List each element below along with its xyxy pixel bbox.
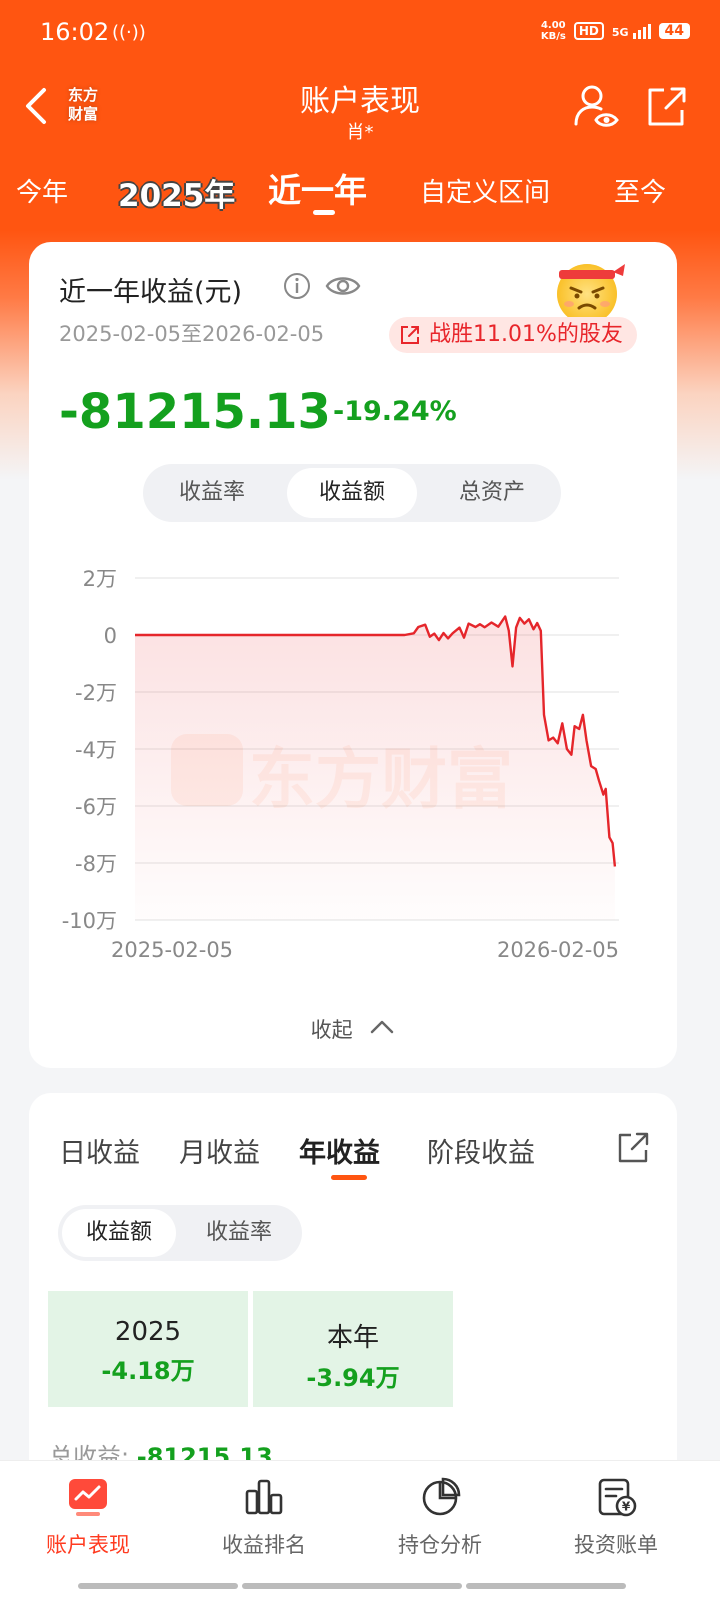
user-eye-icon bbox=[574, 85, 619, 127]
metric-profit-amount[interactable]: 收益额 bbox=[287, 468, 417, 518]
y-tick-label: 2万 bbox=[83, 567, 117, 591]
toggle-profit-amount[interactable]: 收益额 bbox=[62, 1209, 176, 1257]
collapse-label: 收起 bbox=[310, 1018, 353, 1042]
bottom-nav-profit-ranking[interactable]: 收益排名 bbox=[176, 1475, 352, 1559]
status-bar: 16:02 ((·)) 4.00 KB/s HD 5G 44 bbox=[0, 0, 720, 64]
svg-text:¥: ¥ bbox=[622, 1500, 631, 1514]
metric-segmented-control: 收益率 收益额 总资产 bbox=[143, 464, 561, 522]
total-profit-amount: -81215.13 bbox=[59, 384, 331, 440]
tab-daily-earnings[interactable]: 日收益 bbox=[59, 1131, 140, 1170]
gesture-bar bbox=[78, 1583, 238, 1589]
tab-custom-range[interactable]: 自定义区间 bbox=[420, 172, 550, 209]
y-tick-label: -6万 bbox=[75, 795, 117, 819]
tab-yearly-earnings[interactable]: 年收益 bbox=[299, 1131, 380, 1170]
tab-to-date[interactable]: 至今 bbox=[614, 172, 666, 209]
bar-chart-icon bbox=[245, 1479, 283, 1515]
bottom-nav-holdings-analysis[interactable]: 持仓分析 bbox=[352, 1475, 528, 1559]
pie-chart-icon bbox=[422, 1477, 461, 1516]
bottom-nav: 账户表现 收益排名 持仓分析 ¥ 投资账单 bbox=[0, 1460, 720, 1601]
y-tick-label: -10万 bbox=[62, 909, 117, 933]
year-value: -4.18万 bbox=[101, 1357, 195, 1385]
tab-indicator bbox=[313, 210, 335, 215]
summary-title: 近一年收益(元) bbox=[59, 277, 243, 308]
tab-period-earnings[interactable]: 阶段收益 bbox=[427, 1131, 535, 1170]
net-speed-value: 4.00 bbox=[540, 20, 566, 31]
bottom-nav-account-performance[interactable]: 账户表现 bbox=[0, 1475, 176, 1559]
share-button[interactable] bbox=[642, 82, 690, 130]
share-icon[interactable] bbox=[615, 1129, 651, 1165]
bottom-nav-investment-bill[interactable]: ¥ 投资账单 bbox=[528, 1475, 704, 1559]
tab-monthly-earnings[interactable]: 月收益 bbox=[179, 1131, 260, 1170]
tab-this-year[interactable]: 今年 bbox=[16, 172, 68, 209]
hotspot-icon: ((·)) bbox=[112, 22, 146, 43]
gesture-bar bbox=[242, 1583, 462, 1589]
metric-yield-rate[interactable]: 收益率 bbox=[147, 468, 277, 518]
user-privacy-button[interactable] bbox=[572, 82, 620, 130]
five-g-label: 5G bbox=[611, 25, 629, 39]
net-speed: 4.00 KB/s bbox=[541, 20, 566, 42]
battery-indicator: 44 bbox=[658, 23, 690, 39]
summary-card: 近一年收益(元) 2025-02-05至2026-02-05 战胜11.01%的… bbox=[29, 242, 677, 1068]
tab-last-year[interactable]: 近一年 bbox=[268, 164, 367, 212]
signal-icon: 5G bbox=[611, 23, 651, 39]
y-tick-label: -4万 bbox=[75, 738, 117, 762]
year-label: 2025 bbox=[114, 1317, 182, 1347]
period-tabs: 今年 2025年 近一年 自定义区间 至今 bbox=[0, 160, 720, 230]
bill-icon: ¥ bbox=[598, 1478, 637, 1517]
earnings-metric-toggle: 收益额 收益率 bbox=[58, 1205, 302, 1261]
profit-line-chart: 2万0-2万-4万-6万-8万-10万东方财富2025-02-052026-02… bbox=[62, 567, 619, 962]
y-tick-label: -2万 bbox=[75, 681, 117, 705]
chevron-up-icon bbox=[371, 1020, 394, 1034]
status-right: 4.00 KB/s HD 5G 44 bbox=[541, 20, 690, 42]
share-icon bbox=[648, 87, 686, 126]
earnings-card: 日收益 月收益 年收益 阶段收益 收益额 收益率 2025 -4.18万 本年 … bbox=[29, 1093, 677, 1513]
eye-icon[interactable] bbox=[325, 270, 361, 302]
bottom-nav-label: 投资账单 bbox=[574, 1533, 658, 1557]
earnings-tab-indicator bbox=[331, 1175, 367, 1180]
info-icon[interactable] bbox=[283, 272, 311, 300]
bottom-nav-label: 持仓分析 bbox=[398, 1533, 482, 1557]
date-range: 2025-02-05至2026-02-05 bbox=[59, 322, 325, 346]
total-profit-percent: -19.24% bbox=[333, 396, 457, 427]
metric-total-assets[interactable]: 总资产 bbox=[427, 468, 557, 518]
determined-emoji-icon bbox=[557, 264, 625, 324]
y-tick-label: -8万 bbox=[75, 852, 117, 876]
x-tick-label: 2025-02-05 bbox=[111, 938, 233, 962]
year-value: -3.94万 bbox=[306, 1364, 400, 1392]
hd-badge: HD bbox=[573, 22, 604, 40]
beat-peers-text: 战胜11.01%的股友 bbox=[429, 322, 623, 347]
bottom-nav-label: 账户表现 bbox=[46, 1533, 130, 1557]
year-earnings-cell[interactable]: 2025 -4.18万 bbox=[48, 1291, 248, 1407]
year-label: 本年 bbox=[326, 1323, 379, 1353]
chart-screen-icon bbox=[69, 1479, 107, 1516]
year-earnings-cell[interactable]: 本年 -3.94万 bbox=[253, 1291, 453, 1407]
share-small-icon bbox=[401, 326, 419, 344]
y-tick-label: 0 bbox=[104, 624, 117, 648]
collapse-button[interactable]: 收起 bbox=[29, 1014, 677, 1044]
net-speed-unit: KB/s bbox=[540, 31, 566, 42]
status-time: 16:02 bbox=[40, 18, 110, 46]
x-tick-label: 2026-02-05 bbox=[497, 938, 619, 962]
toggle-yield-rate[interactable]: 收益率 bbox=[182, 1209, 296, 1257]
beat-peers-badge[interactable]: 战胜11.01%的股友 bbox=[389, 317, 637, 353]
nav-bar: 东方 财富 账户表现 肖* bbox=[0, 70, 720, 150]
gesture-bar bbox=[466, 1583, 626, 1589]
tab-2025[interactable]: 2025年 bbox=[118, 170, 235, 215]
bottom-nav-label: 收益排名 bbox=[222, 1533, 306, 1557]
